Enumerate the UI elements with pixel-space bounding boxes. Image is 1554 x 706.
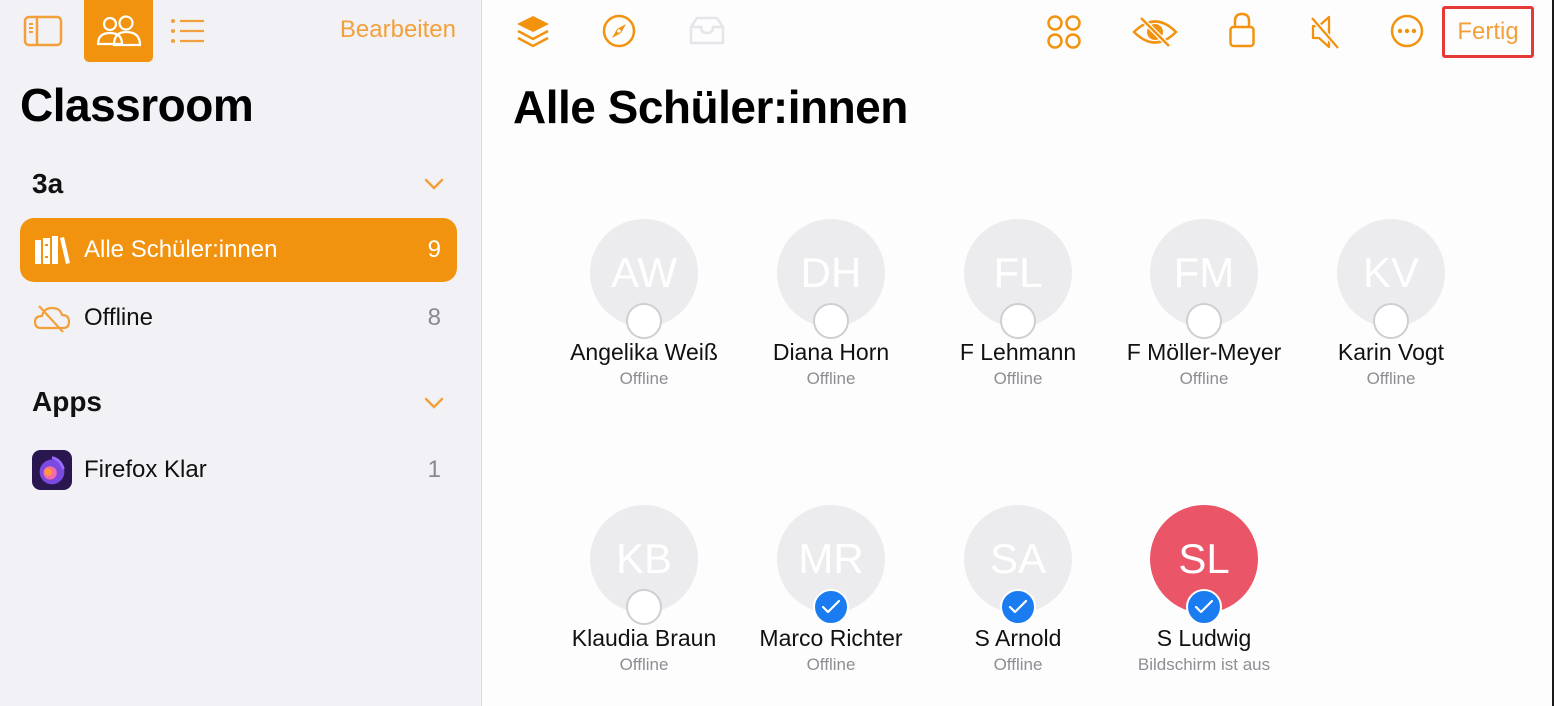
edit-button[interactable]: Bearbeiten	[340, 16, 456, 44]
people-button[interactable]	[84, 0, 153, 62]
more-icon[interactable]	[1388, 12, 1426, 50]
student-name: Angelika Weiß	[570, 339, 718, 365]
section-header-class[interactable]: 3a	[32, 168, 63, 200]
student-status: Offline	[806, 655, 856, 674]
student-tile[interactable]: MR Marco Richter Offline	[738, 505, 924, 685]
sidebar-item-count: 9	[427, 236, 441, 263]
checkmark-selected-icon[interactable]	[813, 589, 849, 625]
student-tile[interactable]: FL F Lehmann Offline	[925, 219, 1111, 399]
student-tile[interactable]: FM F Möller-Meyer Offline	[1111, 219, 1297, 399]
student-tile[interactable]: KV Karin Vogt Offline	[1298, 219, 1484, 399]
mute-icon[interactable]	[1308, 12, 1342, 52]
people-icon	[96, 15, 141, 47]
sidebar-item-label: Alle Schüler:innen	[84, 236, 278, 263]
firefox-focus-app-icon	[32, 450, 72, 490]
section-header-apps[interactable]: Apps	[32, 386, 102, 418]
student-status: Offline	[619, 655, 669, 674]
books-icon	[32, 230, 72, 270]
page-title: Alle Schüler:innen	[513, 81, 908, 133]
main-content: Fertig Alle Schüler:innen AW Angelika Wei…	[482, 0, 1552, 706]
student-status: Offline	[993, 655, 1043, 674]
student-name: F Möller-Meyer	[1126, 339, 1282, 365]
student-status: Offline	[619, 369, 669, 388]
student-name: Diana Horn	[772, 339, 890, 365]
chevron-down-icon[interactable]	[422, 391, 446, 415]
student-name: F Lehmann	[959, 339, 1077, 365]
sidebar-item-label: Firefox Klar	[84, 456, 207, 483]
student-status: Offline	[806, 369, 856, 388]
selection-circle-icon[interactable]	[626, 303, 662, 339]
student-status: Bildschirm ist aus	[1137, 655, 1271, 674]
sidebar-item-label: Offline	[84, 304, 153, 331]
cloud-slash-icon	[32, 298, 72, 338]
layers-icon[interactable]	[514, 12, 552, 50]
app-title: Classroom	[20, 79, 254, 131]
selection-circle-icon[interactable]	[1000, 303, 1036, 339]
sidebar-item-offline[interactable]: Offline 8	[20, 286, 457, 350]
grid-icon[interactable]	[1044, 12, 1084, 52]
student-tile[interactable]: AW Angelika Weiß Offline	[551, 219, 737, 399]
student-tile[interactable]: SL S Ludwig Bildschirm ist aus	[1111, 505, 1297, 685]
sidebar-item-count: 1	[427, 456, 441, 483]
selection-circle-icon[interactable]	[1186, 303, 1222, 339]
selection-circle-icon[interactable]	[1373, 303, 1409, 339]
sidebar-item-firefox-klar[interactable]: Firefox Klar 1	[20, 438, 457, 502]
checkmark-selected-icon[interactable]	[1186, 589, 1222, 625]
sidebar-item-count: 8	[427, 304, 441, 331]
student-status: Offline	[1179, 369, 1229, 388]
done-button[interactable]: Fertig	[1442, 6, 1534, 58]
eye-slash-icon[interactable]	[1130, 14, 1180, 50]
student-name: S Ludwig	[1156, 625, 1252, 651]
selection-circle-icon[interactable]	[813, 303, 849, 339]
student-tile[interactable]: SA S Arnold Offline	[925, 505, 1111, 685]
tray-icon	[686, 14, 728, 48]
student-name: S Arnold	[974, 625, 1062, 651]
lock-icon[interactable]	[1227, 10, 1257, 50]
sidebar-item-all-students[interactable]: Alle Schüler:innen 9	[20, 218, 457, 282]
checkmark-selected-icon[interactable]	[1000, 589, 1036, 625]
selection-circle-icon[interactable]	[626, 589, 662, 625]
sidebar-toggle-icon[interactable]	[22, 14, 64, 48]
student-tile[interactable]: KB Klaudia Braun Offline	[551, 505, 737, 685]
list-icon[interactable]	[170, 16, 206, 46]
sidebar: Bearbeiten Classroom 3a Alle Schüler:inn…	[0, 0, 482, 706]
student-name: Karin Vogt	[1337, 339, 1445, 365]
student-name: Marco Richter	[759, 625, 903, 651]
chevron-down-icon[interactable]	[422, 172, 446, 196]
student-name: Klaudia Braun	[571, 625, 717, 651]
student-tile[interactable]: DH Diana Horn Offline	[738, 219, 924, 399]
student-status: Offline	[1366, 369, 1416, 388]
compass-icon[interactable]	[600, 12, 638, 50]
student-status: Offline	[993, 369, 1043, 388]
